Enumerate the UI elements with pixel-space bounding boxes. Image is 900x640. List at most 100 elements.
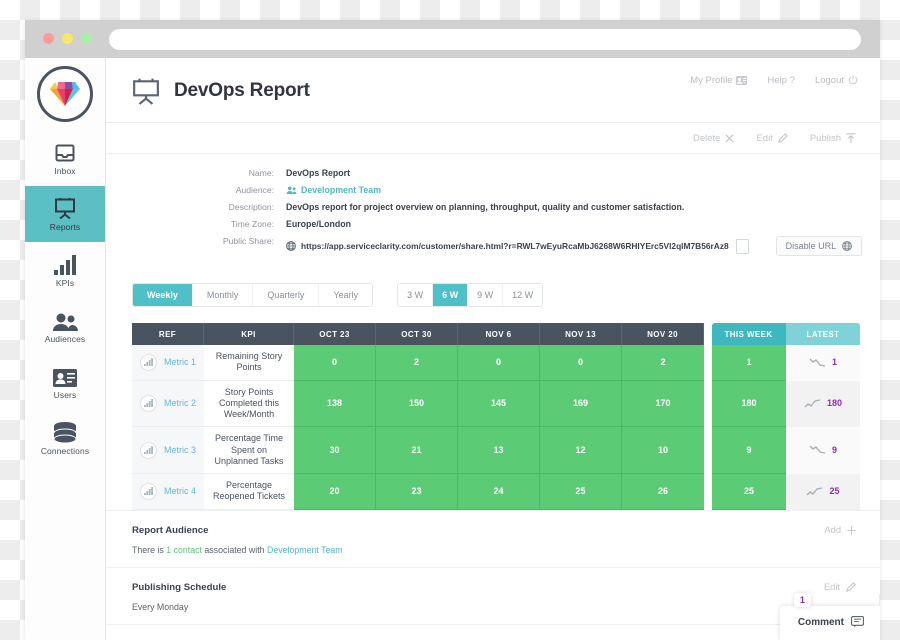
sidebar-item-connections[interactable]: Connections [25,410,105,466]
metric-ref-cell[interactable]: Metric 3 [132,427,204,474]
latest-number: 25 [829,486,840,496]
disable-url-button[interactable]: Disable URL [775,236,863,256]
meta-label: Time Zone: [230,219,274,229]
range-option-9-w[interactable]: 9 W [468,284,504,306]
edit-schedule-button[interactable]: Edit [824,582,856,592]
trend-up-sparkline-icon [806,486,823,495]
period-option-quarterly[interactable]: Quarterly [253,284,320,306]
kpi-table: REF KPI OCT 23 OCT 30 NOV 6 NOV 13 NOV 20 THIS … [132,323,860,510]
latest-value-cell: 25 [786,474,860,510]
metric-ref-cell[interactable]: Metric 1 [132,345,204,381]
meta-label: Audience: [235,185,274,195]
time-toggles: Weekly Monthly Quarterly Yearly 3 W6 W9 W 12… [106,263,880,307]
kpi-table-container: REF KPI OCT 23 OCT 30 NOV 6 NOV 13 NOV 20 THIS … [106,307,880,510]
browser-titlebar [25,20,880,58]
maximize-window-button[interactable] [81,33,92,44]
bar-chart-icon [139,353,157,371]
latest-number: 180 [826,398,843,409]
kpi-value-cell: 150 [376,380,458,428]
kpi-value-cell: 169 [540,380,622,428]
period-toggle-group[interactable]: Weekly Monthly Quarterly Yearly [132,283,374,307]
range-option-3-w[interactable]: 3 W [398,284,434,306]
help-link[interactable]: Help ? [767,75,794,86]
metric-ref-label: Metric 4 [163,486,196,497]
comment-button[interactable]: 1 Comment [779,593,880,640]
copy-url-button[interactable] [735,238,749,254]
column-header-oct-30: OCT 30 [376,323,458,345]
meta-label: Name: [248,168,274,178]
page-header: DevOps Report [106,70,880,112]
section-title: Report Audience [132,524,209,536]
audience-body-prefix: There is [132,544,167,555]
app-logo[interactable] [25,58,105,130]
meta-row-description: Description: DevOps report for project o… [106,202,880,212]
add-audience-button[interactable]: Add [824,525,856,535]
my-profile-label: My Profile [690,74,733,86]
report-metadata: Name: DevOps Report Audience: Developmen… [106,154,880,256]
sidebar-item-users[interactable]: Users [25,354,105,410]
logout-link[interactable]: Logout [815,75,858,86]
range-toggle-group[interactable]: 3 W6 W9 W 12 W [397,283,544,307]
globe-icon [842,241,853,251]
bar-chart-icon [139,394,157,412]
comment-label: Comment [797,616,844,628]
close-window-button[interactable] [43,33,54,44]
record-action-bar: Delete Edit Publish [106,122,880,154]
meta-value-description: DevOps report for project overview on pl… [286,202,685,212]
metric-ref-label: Metric 1 [163,357,196,368]
sidebar-item-audiences[interactable]: Audiences [25,298,105,354]
publish-label: Publish [809,132,841,144]
edit-button[interactable]: Edit [756,133,788,144]
this-week-value-cell: 9 [712,427,786,474]
kpi-name-cell: Story Points Completed this Week/Month [204,380,294,428]
range-option-12-w[interactable]: 12 W [503,284,542,306]
meta-label: Public Share: [222,236,274,246]
metric-ref-cell[interactable]: Metric 2 [132,380,204,428]
sidebar-item-kpis[interactable]: KPIs [25,242,105,298]
section-kpis: KPIs Reporting on 4 KPIs [106,623,880,640]
my-profile-link[interactable]: My Profile [690,74,748,86]
kpi-name-cell: Remaining Story Points [204,345,294,381]
comment-count-badge: 1 [793,593,811,607]
contact-count-link[interactable]: 1 contact [166,545,202,555]
table-gap [704,323,712,345]
period-option-monthly[interactable]: Monthly [193,284,254,306]
period-option-weekly[interactable]: Weekly [133,284,193,306]
trend-down-sparkline-icon [809,445,826,455]
section-report-audience: Report Audience Add There is 1 contact a… [106,509,880,567]
address-bar[interactable] [109,29,861,50]
public-share-url[interactable]: https://app.serviceclarity.com/customer/… [286,241,729,251]
kpi-value-cell: 12 [540,427,622,474]
table-gap [704,474,712,510]
reports-easel-icon [54,197,76,219]
kpi-value-cell: 0 [458,345,540,381]
pencil-icon [777,133,788,143]
latest-value-cell: 1 [786,345,860,381]
column-header-nov-20: NOV 20 [622,323,704,345]
section-header: Publishing Schedule Edit [132,582,856,593]
sidebar-item-label: Reports [49,221,81,232]
kpi-value-cell: 26 [622,474,704,510]
diamond-logo-icon [37,66,93,122]
profile-card-icon [736,75,748,85]
kpi-value-cell: 2 [622,345,704,381]
kpi-value-cell: 138 [294,380,376,428]
metric-ref-cell[interactable]: Metric 4 [132,474,204,510]
column-header-kpi: KPI [204,323,294,345]
minimize-window-button[interactable] [62,33,73,44]
window-controls [43,33,92,44]
plus-icon [847,525,856,535]
metric-ref-label: Metric 3 [163,445,196,456]
range-option-6-w[interactable]: 6 W [433,284,469,306]
delete-label: Delete [692,132,721,144]
publish-button[interactable]: Publish [810,133,856,144]
sidebar-item-reports[interactable]: Reports [25,186,105,242]
delete-button[interactable]: Delete [693,133,734,144]
kpi-name-cell: Percentage Reopened Tickets [204,474,294,510]
meta-row-audience: Audience: Development Team [106,185,880,195]
kpi-table-body: Metric 1 Remaining Story Points 0 2 0 0 2 1 1 Met… [132,345,860,510]
sidebar-item-inbox[interactable]: Inbox [25,130,105,186]
meta-value-audience[interactable]: Development Team [286,185,381,195]
audience-team-link[interactable]: Development Team [267,545,343,555]
period-option-yearly[interactable]: Yearly [319,284,372,306]
